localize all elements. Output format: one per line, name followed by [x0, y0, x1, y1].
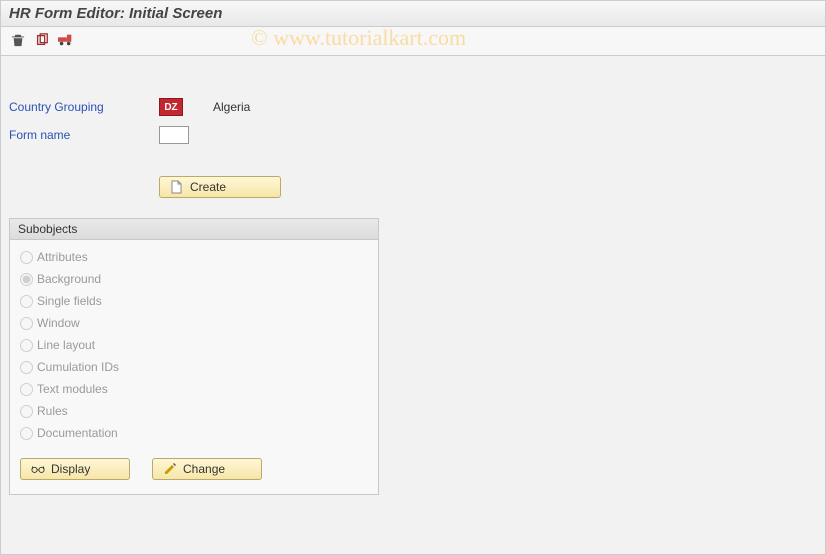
subobject-window[interactable]: Window: [20, 312, 368, 334]
change-button-label: Change: [183, 462, 225, 476]
radio-label: Cumulation IDs: [37, 360, 119, 374]
radio-label: Rules: [37, 404, 68, 418]
copy-icon[interactable]: [33, 31, 51, 49]
country-grouping-label: Country Grouping: [9, 100, 159, 114]
subobject-single-fields[interactable]: Single fields: [20, 290, 368, 312]
page-title: HR Form Editor: Initial Screen: [9, 5, 817, 22]
display-button-label: Display: [51, 462, 90, 476]
glasses-icon: [31, 462, 45, 476]
form-name-row: Form name: [9, 124, 825, 146]
radio-text-modules[interactable]: [20, 383, 33, 396]
subobject-line-layout[interactable]: Line layout: [20, 334, 368, 356]
create-button[interactable]: Create: [159, 176, 281, 198]
application-toolbar: [1, 27, 825, 56]
radio-documentation[interactable]: [20, 427, 33, 440]
form-name-label: Form name: [9, 128, 159, 142]
create-button-label: Create: [190, 180, 226, 194]
subobjects-title: Subobjects: [10, 219, 378, 240]
radio-cumulation-ids[interactable]: [20, 361, 33, 374]
subobjects-actions: Display Change: [20, 444, 368, 484]
form-name-input[interactable]: [159, 126, 189, 144]
subobject-rules[interactable]: Rules: [20, 400, 368, 422]
subobjects-body: Attributes Background Single fields Wind…: [10, 240, 378, 494]
radio-window[interactable]: [20, 317, 33, 330]
radio-line-layout[interactable]: [20, 339, 33, 352]
radio-label: Line layout: [37, 338, 95, 352]
change-button[interactable]: Change: [152, 458, 262, 480]
create-row: Create: [9, 152, 825, 214]
country-grouping-value[interactable]: DZ: [159, 98, 183, 116]
subobject-cumulation-ids[interactable]: Cumulation IDs: [20, 356, 368, 378]
radio-attributes[interactable]: [20, 251, 33, 264]
title-bar: HR Form Editor: Initial Screen: [1, 1, 825, 27]
subobject-text-modules[interactable]: Text modules: [20, 378, 368, 400]
content-area: Country Grouping DZ Algeria Form name Cr…: [1, 56, 825, 495]
country-grouping-display: Algeria: [213, 100, 250, 114]
radio-background[interactable]: [20, 273, 33, 286]
radio-label: Background: [37, 272, 101, 286]
radio-label: Documentation: [37, 426, 118, 440]
transport-icon[interactable]: [57, 31, 75, 49]
subobject-documentation[interactable]: Documentation: [20, 422, 368, 444]
country-grouping-row: Country Grouping DZ Algeria: [9, 96, 825, 118]
radio-label: Single fields: [37, 294, 102, 308]
display-button[interactable]: Display: [20, 458, 130, 480]
subobjects-group: Subobjects Attributes Background Single …: [9, 218, 379, 495]
radio-single-fields[interactable]: [20, 295, 33, 308]
delete-icon[interactable]: [9, 31, 27, 49]
radio-label: Window: [37, 316, 80, 330]
pencil-icon: [163, 462, 177, 476]
new-doc-icon: [170, 180, 184, 194]
radio-label: Text modules: [37, 382, 108, 396]
subobject-background[interactable]: Background: [20, 268, 368, 290]
subobject-attributes[interactable]: Attributes: [20, 246, 368, 268]
radio-rules[interactable]: [20, 405, 33, 418]
radio-label: Attributes: [37, 250, 88, 264]
